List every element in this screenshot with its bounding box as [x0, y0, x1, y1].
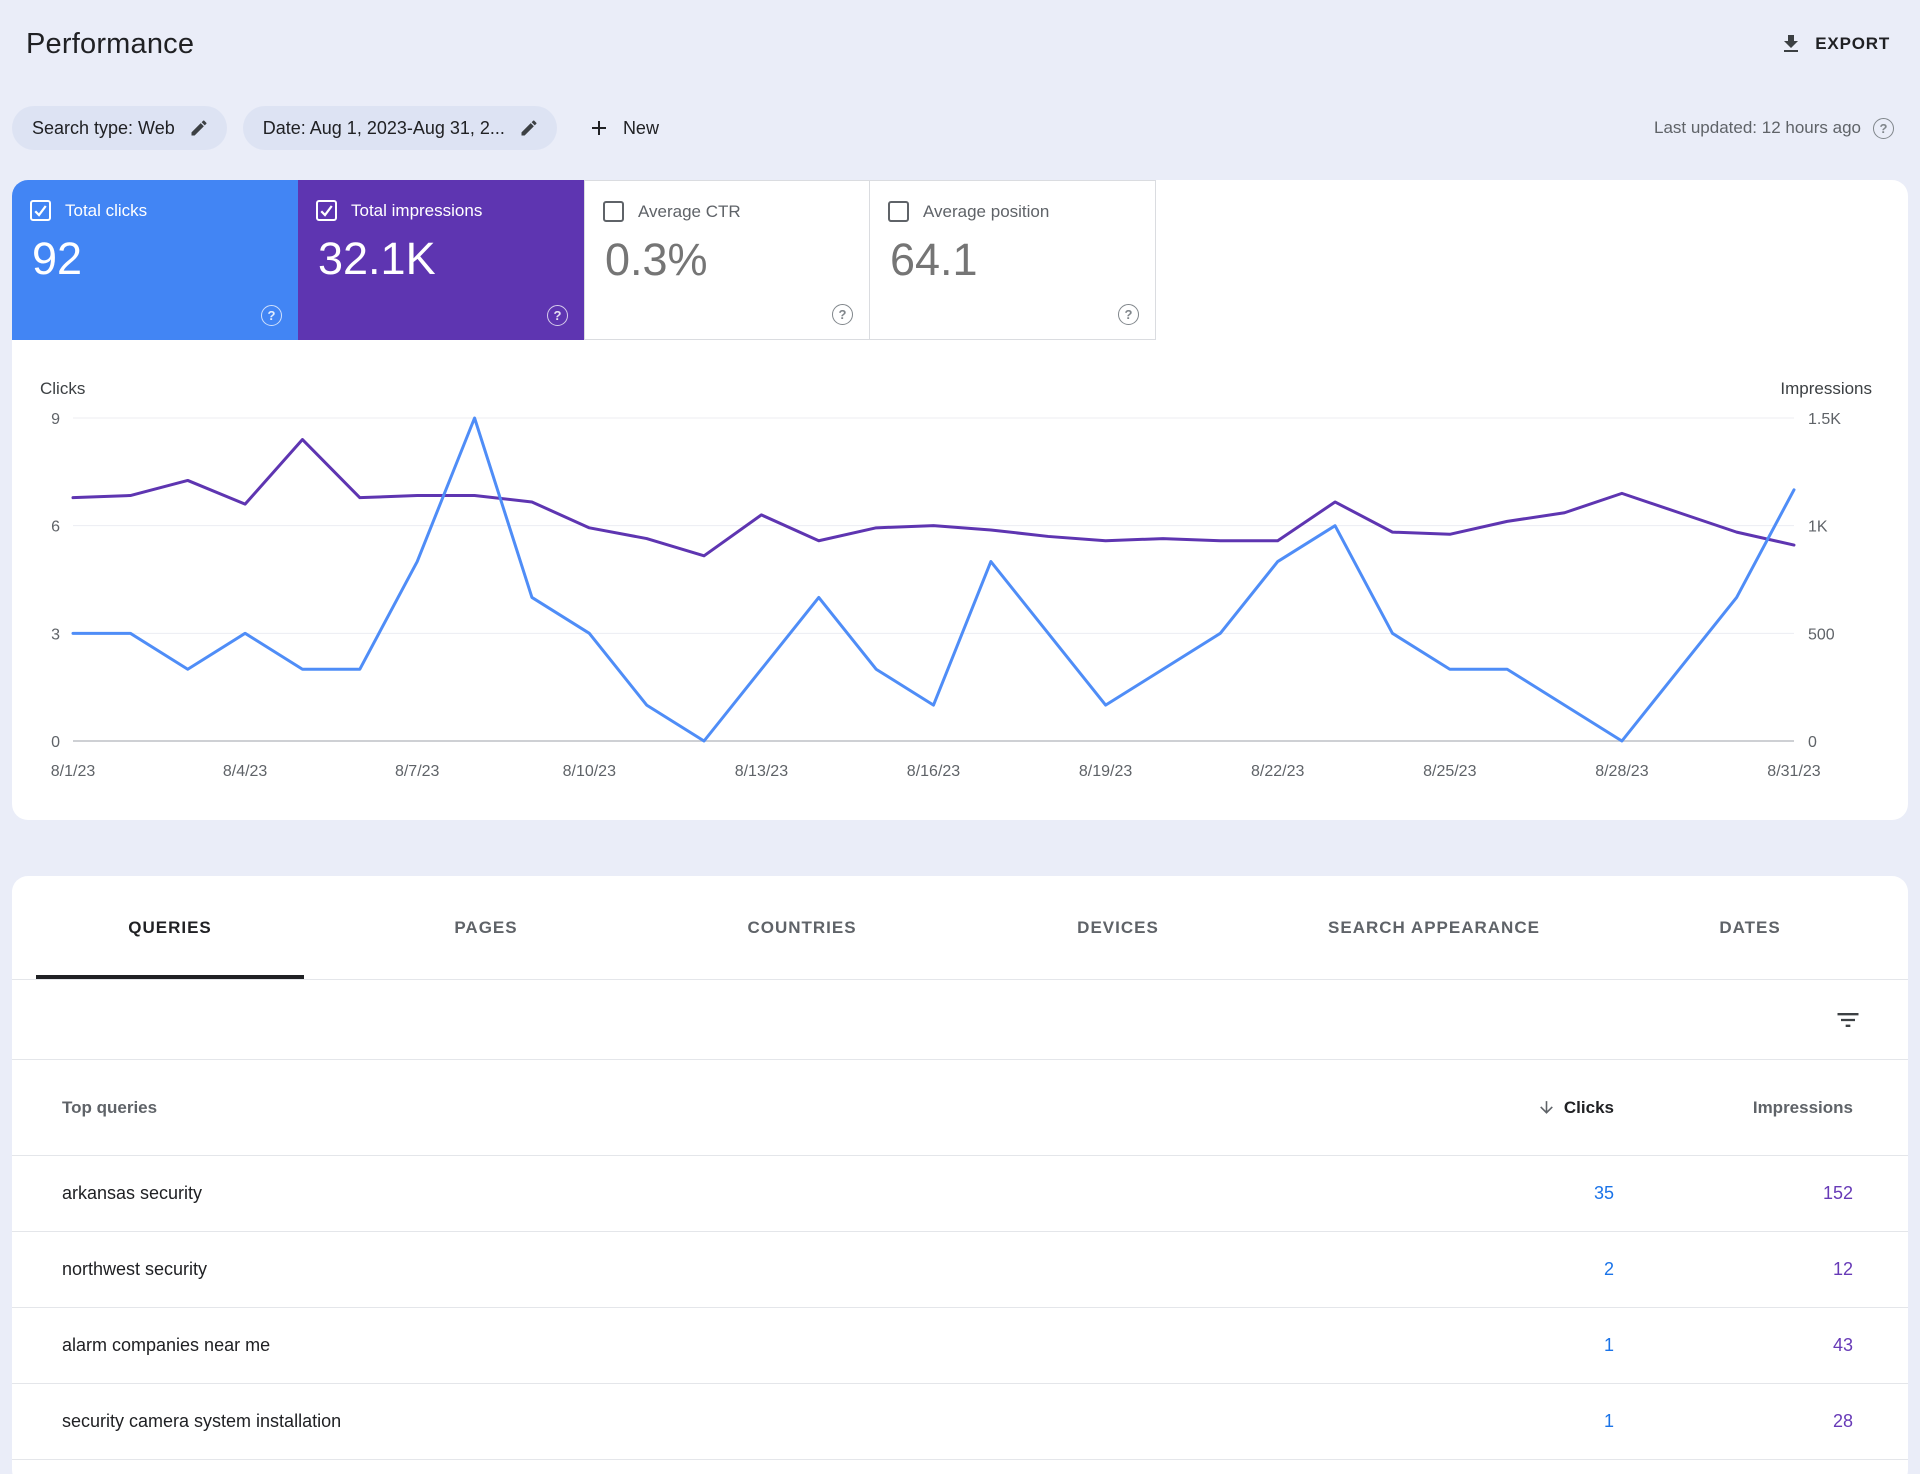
metric-tiles: Total clicks 92 ? Total impressions 32.1… — [12, 180, 1908, 340]
svg-text:8/16/23: 8/16/23 — [907, 763, 960, 780]
svg-text:8/13/23: 8/13/23 — [735, 763, 788, 780]
arrow-down-icon — [1540, 1101, 1553, 1114]
average-ctr-value: 0.3% — [605, 234, 708, 285]
new-filter-label: New — [622, 117, 659, 138]
svg-text:1K: 1K — [1808, 519, 1828, 536]
query-cell: arkansas security — [62, 1183, 203, 1203]
tile-label: Total impressions — [351, 200, 483, 220]
top-bar: Performance EXPORT — [0, 0, 1920, 70]
line-chart-svg: 0 3 6 9 0 500 1K 1.5K Clicks Impressions 8/1/23 8/4… — [40, 379, 1872, 780]
table-row[interactable]: arkansas security 35 152 — [12, 1156, 1908, 1232]
plus-icon — [591, 121, 606, 135]
svg-text:8/1/23: 8/1/23 — [51, 763, 96, 780]
total-impressions-tile[interactable]: Total impressions 32.1K ? — [298, 180, 584, 340]
svg-text:0: 0 — [51, 734, 60, 751]
tab-devices[interactable]: DEVICES — [960, 876, 1276, 979]
table-row[interactable]: security camera system installation 1 28 — [12, 1384, 1908, 1460]
checkbox-checked-icon[interactable] — [30, 200, 51, 221]
svg-text:Impressions: Impressions — [1780, 379, 1872, 398]
filter-list-icon — [1837, 1012, 1859, 1027]
tab-countries[interactable]: COUNTRIES — [644, 876, 960, 979]
clicks-impressions-chart[interactable]: 0 3 6 9 0 500 1K 1.5K Clicks Impressions 8/1/23 8/4… — [12, 340, 1908, 820]
checkbox-unchecked-icon[interactable] — [888, 201, 909, 222]
help-icon[interactable]: ? — [547, 305, 568, 326]
help-icon[interactable]: ? — [261, 305, 282, 326]
table-row[interactable]: northwest security 2 12 — [12, 1232, 1908, 1308]
download-icon — [1784, 35, 1799, 52]
total-clicks-tile[interactable]: Total clicks 92 ? — [12, 180, 298, 340]
svg-text:500: 500 — [1808, 626, 1835, 643]
date-range-chip[interactable]: Date: Aug 1, 2023-Aug 31, 2... — [242, 106, 557, 150]
svg-text:6: 6 — [51, 519, 60, 536]
export-button[interactable]: EXPORT — [1779, 32, 1890, 56]
svg-text:8/4/23: 8/4/23 — [223, 763, 268, 780]
check-icon — [34, 205, 47, 217]
tab-queries[interactable]: QUERIES — [12, 876, 328, 979]
svg-text:9: 9 — [51, 411, 60, 428]
svg-text:8/31/23: 8/31/23 — [1767, 763, 1820, 780]
total-clicks-value: 92 — [32, 233, 83, 284]
impressions-cell: 43 — [1832, 1335, 1853, 1355]
search-type-chip[interactable]: Search type: Web — [12, 106, 227, 150]
page-title: Performance — [26, 27, 195, 60]
svg-text:8/22/23: 8/22/23 — [1251, 763, 1304, 780]
svg-text:Clicks: Clicks — [40, 379, 85, 398]
svg-text:8/25/23: 8/25/23 — [1423, 763, 1476, 780]
svg-text:1.5K: 1.5K — [1808, 411, 1841, 428]
table-header-row: Top queries Clicks Impressions — [12, 1060, 1908, 1156]
query-cell: northwest security — [62, 1259, 208, 1279]
tile-label: Total clicks — [65, 200, 148, 220]
average-position-value: 64.1 — [890, 234, 978, 285]
table-toolbar — [12, 980, 1908, 1060]
help-icon[interactable]: ? — [832, 304, 853, 325]
tab-dates[interactable]: DATES — [1592, 876, 1908, 979]
search-type-label: Search type: Web — [32, 117, 175, 138]
tab-pages[interactable]: PAGES — [328, 876, 644, 979]
top-queries-header: Top queries — [62, 1097, 158, 1117]
filter-bar: Search type: Web Date: Aug 1, 2023-Aug 3… — [0, 106, 1920, 150]
query-cell: security camera system installation — [62, 1411, 342, 1431]
clicks-header-label: Clicks — [1563, 1097, 1614, 1117]
svg-text:8/7/23: 8/7/23 — [395, 763, 440, 780]
tile-label: Average CTR — [638, 201, 741, 221]
edit-pencil-icon — [191, 120, 207, 136]
dimension-tabs: QUERIES PAGES COUNTRIES DEVICES SEARCH A… — [12, 876, 1908, 980]
checkbox-unchecked-icon[interactable] — [603, 201, 624, 222]
queries-table: Top queries Clicks Impressions arkansas … — [12, 1060, 1908, 1460]
query-cell: alarm companies near me — [62, 1335, 271, 1355]
impressions-cell: 152 — [1822, 1183, 1853, 1203]
svg-text:3: 3 — [51, 626, 60, 643]
clicks-cell: 35 — [1593, 1183, 1614, 1203]
clicks-cell: 1 — [1603, 1335, 1614, 1355]
tab-search-appearance[interactable]: SEARCH APPEARANCE — [1276, 876, 1592, 979]
impressions-cell: 12 — [1832, 1259, 1853, 1279]
check-icon — [320, 205, 333, 217]
clicks-cell: 1 — [1603, 1411, 1614, 1431]
tile-label: Average position — [923, 201, 1050, 221]
svg-text:8/28/23: 8/28/23 — [1595, 763, 1648, 780]
edit-pencil-icon — [521, 120, 537, 136]
total-impressions-value: 32.1K — [318, 233, 436, 284]
average-position-tile[interactable]: Average position 64.1 ? — [870, 180, 1156, 340]
new-filter-button[interactable]: New — [587, 116, 659, 140]
impressions-cell: 28 — [1832, 1411, 1853, 1431]
checkbox-checked-icon[interactable] — [316, 200, 337, 221]
average-ctr-tile[interactable]: Average CTR 0.3% ? — [584, 180, 870, 340]
performance-summary-card: Total clicks 92 ? Total impressions 32.1… — [12, 180, 1908, 820]
table-filter-button[interactable] — [1834, 1006, 1862, 1034]
help-icon[interactable]: ? — [1118, 304, 1139, 325]
table-row[interactable]: alarm companies near me 1 43 — [12, 1308, 1908, 1384]
help-icon[interactable]: ? — [1873, 117, 1894, 139]
last-updated-text: Last updated: 12 hours ago — [1654, 118, 1861, 137]
impressions-header[interactable]: Impressions — [1614, 1098, 1853, 1118]
clicks-cell: 2 — [1603, 1259, 1614, 1279]
svg-text:0: 0 — [1808, 734, 1817, 751]
search-console-performance-page: Performance EXPORT Search type: Web Date… — [0, 0, 1920, 1474]
clicks-sort-header[interactable]: Clicks — [1374, 1098, 1614, 1118]
svg-text:8/19/23: 8/19/23 — [1079, 763, 1132, 780]
export-label: EXPORT — [1815, 34, 1890, 53]
dimensions-table-card: QUERIES PAGES COUNTRIES DEVICES SEARCH A… — [12, 876, 1908, 1474]
date-range-label: Date: Aug 1, 2023-Aug 31, 2... — [262, 117, 505, 138]
svg-text:8/10/23: 8/10/23 — [563, 763, 616, 780]
